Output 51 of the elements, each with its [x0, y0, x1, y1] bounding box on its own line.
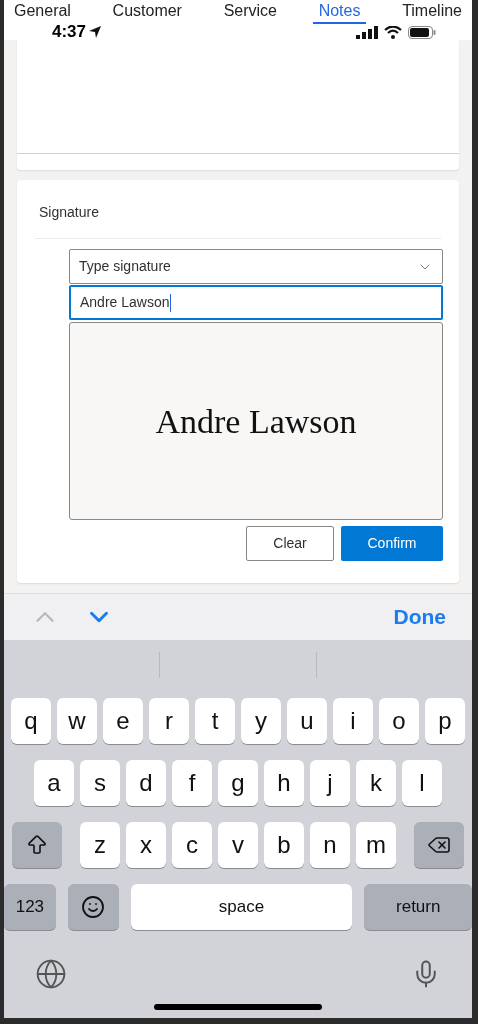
- location-arrow-icon: [88, 25, 103, 39]
- key[interactable]: y: [241, 698, 281, 744]
- signal-icon: [356, 25, 378, 39]
- name-input-field[interactable]: Andre Lawson: [69, 285, 443, 320]
- smiley-icon: [81, 895, 106, 919]
- tab[interactable]: Customer: [106, 0, 188, 24]
- key[interactable]: s: [80, 760, 120, 806]
- signature-type-dropdown[interactable]: Type signature: [69, 249, 443, 284]
- key[interactable]: h: [264, 760, 304, 806]
- emoji-key[interactable]: [67, 884, 119, 930]
- key[interactable]: d: [126, 760, 166, 806]
- key[interactable]: q: [11, 698, 51, 744]
- key[interactable]: k: [356, 760, 396, 806]
- confirm-button[interactable]: Confirm: [341, 526, 443, 561]
- shift-icon: [25, 833, 49, 857]
- clear-button[interactable]: Clear: [246, 526, 334, 561]
- key[interactable]: z: [80, 822, 120, 868]
- signature-text: Andre Lawson: [155, 401, 357, 442]
- status-time: 4:37: [52, 24, 87, 40]
- tab[interactable]: Timeline: [396, 0, 468, 24]
- key[interactable]: b: [264, 822, 304, 868]
- delete-key[interactable]: [414, 822, 464, 868]
- key[interactable]: f: [172, 760, 212, 806]
- numbers-key[interactable]: 123: [4, 884, 56, 930]
- key[interactable]: a: [34, 760, 74, 806]
- key[interactable]: g: [218, 760, 258, 806]
- shift-key[interactable]: [12, 822, 62, 868]
- key[interactable]: u: [287, 698, 327, 744]
- key[interactable]: m: [356, 822, 396, 868]
- key[interactable]: w: [57, 698, 97, 744]
- space-key[interactable]: space: [130, 884, 353, 930]
- tab[interactable]: General: [8, 0, 77, 24]
- key[interactable]: o: [379, 698, 419, 744]
- key[interactable]: c: [172, 822, 212, 868]
- key[interactable]: r: [149, 698, 189, 744]
- wifi-icon: [384, 25, 402, 39]
- globe-icon[interactable]: [35, 958, 67, 990]
- key[interactable]: p: [425, 698, 465, 744]
- key[interactable]: l: [402, 760, 442, 806]
- tab[interactable]: Service: [217, 0, 283, 24]
- card-title: Signature: [35, 202, 441, 239]
- key[interactable]: j: [310, 760, 350, 806]
- return-key[interactable]: return: [364, 884, 472, 930]
- done-button[interactable]: Done: [393, 601, 446, 633]
- key[interactable]: n: [310, 822, 350, 868]
- key[interactable]: t: [195, 698, 235, 744]
- key[interactable]: i: [333, 698, 373, 744]
- key[interactable]: v: [218, 822, 258, 868]
- key[interactable]: x: [126, 822, 166, 868]
- key[interactable]: e: [103, 698, 143, 744]
- battery-icon: [408, 25, 436, 39]
